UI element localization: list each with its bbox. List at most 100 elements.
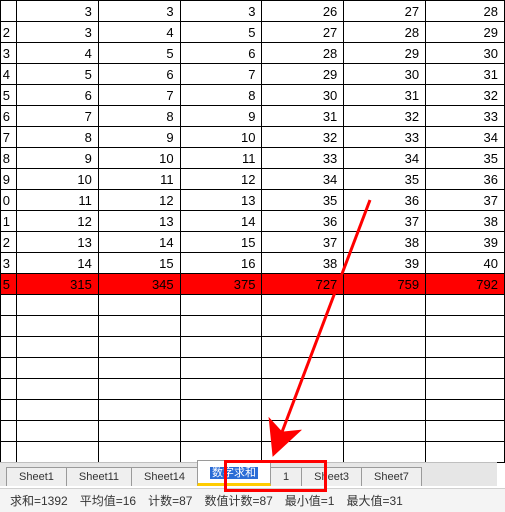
cell[interactable]: 6 (16, 85, 98, 106)
cell[interactable]: 36 (426, 169, 505, 190)
table-row[interactable]: 78910323334 (1, 127, 505, 148)
cell[interactable]: 28 (262, 43, 344, 64)
cell[interactable]: 3 (1, 253, 17, 274)
cell[interactable] (98, 337, 180, 358)
cell[interactable]: 12 (16, 211, 98, 232)
cell[interactable] (98, 442, 180, 463)
cell[interactable]: 36 (344, 190, 426, 211)
cell[interactable]: 5 (16, 64, 98, 85)
cell[interactable] (426, 316, 505, 337)
cell[interactable] (1, 400, 17, 421)
cell[interactable]: 3 (16, 22, 98, 43)
cell[interactable]: 30 (426, 43, 505, 64)
cell[interactable] (180, 400, 262, 421)
cell[interactable]: 13 (180, 190, 262, 211)
cell[interactable]: 30 (344, 64, 426, 85)
cell[interactable] (344, 379, 426, 400)
cell[interactable]: 32 (426, 85, 505, 106)
table-row[interactable]: 891011333435 (1, 148, 505, 169)
cell[interactable] (262, 337, 344, 358)
cell[interactable] (98, 295, 180, 316)
cell[interactable]: 31 (262, 106, 344, 127)
cell[interactable]: 29 (426, 22, 505, 43)
cell[interactable] (426, 337, 505, 358)
cell[interactable]: 9 (16, 148, 98, 169)
cell[interactable]: 3 (1, 43, 17, 64)
cell[interactable] (426, 400, 505, 421)
cell[interactable] (262, 400, 344, 421)
cell[interactable]: 37 (262, 232, 344, 253)
cell[interactable]: 3 (98, 1, 180, 22)
cell[interactable]: 8 (180, 85, 262, 106)
cell[interactable]: 5 (1, 85, 17, 106)
cell[interactable]: 10 (98, 148, 180, 169)
cell[interactable] (16, 442, 98, 463)
empty-row[interactable] (1, 316, 505, 337)
cell[interactable]: 15 (180, 232, 262, 253)
cell[interactable]: 4 (98, 22, 180, 43)
cell[interactable] (98, 358, 180, 379)
cell[interactable]: 4 (16, 43, 98, 64)
cell[interactable]: 28 (344, 22, 426, 43)
cell[interactable] (1, 316, 17, 337)
cell[interactable]: 26 (262, 1, 344, 22)
cell[interactable]: 315 (16, 274, 98, 295)
cell[interactable] (1, 337, 17, 358)
cell[interactable]: 40 (426, 253, 505, 274)
cell[interactable] (180, 316, 262, 337)
cell[interactable] (344, 316, 426, 337)
cell[interactable]: 8 (98, 106, 180, 127)
table-row[interactable]: 4567293031 (1, 64, 505, 85)
cell[interactable] (262, 316, 344, 337)
cell[interactable]: 15 (98, 253, 180, 274)
cell[interactable]: 3 (180, 1, 262, 22)
cell[interactable]: 345 (98, 274, 180, 295)
cell[interactable] (426, 295, 505, 316)
cell[interactable] (180, 337, 262, 358)
cell[interactable]: 6 (98, 64, 180, 85)
cell[interactable]: 5 (1, 274, 17, 295)
cell[interactable]: 14 (16, 253, 98, 274)
cell[interactable]: 39 (426, 232, 505, 253)
cell[interactable] (180, 295, 262, 316)
cell[interactable]: 792 (426, 274, 505, 295)
cell[interactable] (16, 337, 98, 358)
cell[interactable]: 8 (1, 148, 17, 169)
cell[interactable]: 35 (344, 169, 426, 190)
cell[interactable] (344, 400, 426, 421)
cell[interactable]: 7 (98, 85, 180, 106)
cell[interactable]: 34 (426, 127, 505, 148)
cell[interactable] (426, 379, 505, 400)
cell[interactable] (262, 442, 344, 463)
cell[interactable]: 33 (262, 148, 344, 169)
cell[interactable] (1, 379, 17, 400)
cell[interactable] (1, 442, 17, 463)
sheet-tab[interactable]: 数字求和 (197, 460, 271, 486)
cell[interactable]: 11 (180, 148, 262, 169)
cell[interactable] (16, 316, 98, 337)
table-row[interactable]: 333262728 (1, 1, 505, 22)
cell[interactable]: 12 (180, 169, 262, 190)
cell[interactable]: 38 (426, 211, 505, 232)
cell[interactable]: 4 (1, 64, 17, 85)
cell[interactable]: 28 (426, 1, 505, 22)
empty-row[interactable] (1, 379, 505, 400)
cell[interactable]: 29 (262, 64, 344, 85)
cell[interactable] (1, 295, 17, 316)
sheet-tab[interactable]: Sheet11 (66, 467, 132, 486)
cell[interactable] (16, 295, 98, 316)
cell[interactable]: 34 (262, 169, 344, 190)
cell[interactable]: 9 (180, 106, 262, 127)
cell[interactable]: 10 (180, 127, 262, 148)
cell[interactable] (98, 316, 180, 337)
cell[interactable]: 9 (1, 169, 17, 190)
cell[interactable] (344, 295, 426, 316)
cell[interactable]: 30 (262, 85, 344, 106)
cell[interactable] (180, 358, 262, 379)
cell[interactable]: 33 (344, 127, 426, 148)
cell[interactable] (262, 358, 344, 379)
table-row[interactable]: 2345272829 (1, 22, 505, 43)
cell[interactable]: 2 (1, 22, 17, 43)
cell[interactable]: 33 (426, 106, 505, 127)
cell[interactable]: 31 (344, 85, 426, 106)
